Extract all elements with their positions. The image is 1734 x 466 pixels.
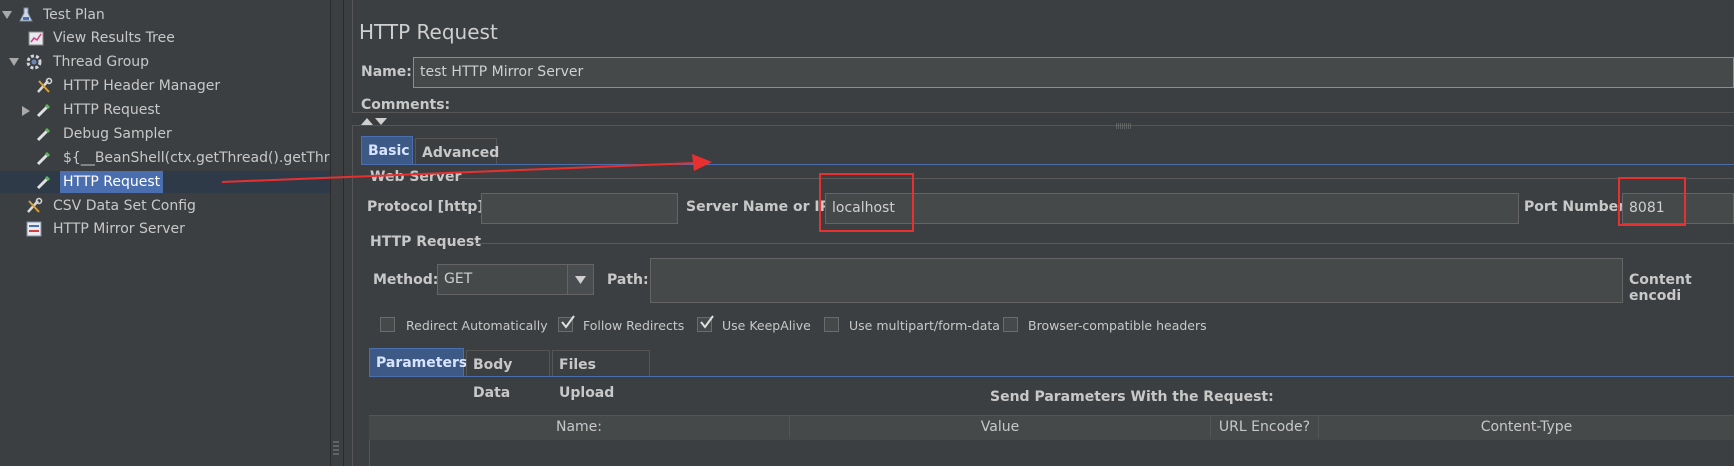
tree-item-label: ${__BeanShell(ctx.getThread().getThre <box>63 150 330 166</box>
pipette-icon <box>36 103 51 118</box>
tree-item-view-results-tree[interactable]: View Results Tree <box>0 27 330 49</box>
tab-advanced[interactable]: Advanced <box>415 138 499 164</box>
column-header-name[interactable]: Name: <box>369 416 790 438</box>
tab-basic[interactable]: Basic <box>361 136 413 164</box>
tree-item-beanshell-sampler[interactable]: ${__BeanShell(ctx.getThread().getThre <box>0 147 330 169</box>
method-dropdown-button[interactable] <box>567 265 593 294</box>
http-request-group-title: HTTP Request <box>370 234 482 250</box>
tab-files-upload[interactable]: Files Upload <box>552 350 650 401</box>
parameters-table-title: Send Parameters With the Request: <box>990 389 1274 405</box>
web-server-group-border <box>459 178 1734 179</box>
divider-grip-icon[interactable] <box>1116 123 1132 129</box>
follow-redirects-label: Follow Redirects <box>583 318 685 333</box>
parameters-table-body <box>369 440 1734 466</box>
pipette-icon <box>36 175 51 190</box>
tab-parameters[interactable]: Parameters <box>369 348 467 376</box>
browser-compatible-headers-checkbox[interactable] <box>1003 317 1018 332</box>
splitter-grip-icon[interactable] <box>333 440 339 458</box>
tab-underline <box>361 164 1734 165</box>
path-input[interactable] <box>650 258 1623 303</box>
server-name-input[interactable]: localhost <box>825 193 1519 224</box>
wrench-icon <box>37 77 53 93</box>
checkmark-icon <box>561 315 575 329</box>
port-number-label: Port Number: <box>1524 199 1631 215</box>
tree-item-label: Test Plan <box>43 7 105 23</box>
expand-toggle-icon[interactable] <box>2 11 12 19</box>
wrench-icon <box>27 197 43 213</box>
method-select[interactable]: GET <box>437 264 594 295</box>
use-multipart-checkbox[interactable] <box>824 317 839 332</box>
tree-item-http-mirror-server[interactable]: HTTP Mirror Server <box>0 218 330 240</box>
flask-icon <box>19 7 33 22</box>
highlight-box-port <box>1618 177 1686 226</box>
use-keepalive-checkbox[interactable] <box>697 315 714 332</box>
tab-body-data[interactable]: Body Data <box>466 350 550 401</box>
checkmark-icon <box>700 315 714 329</box>
tree-item-label: CSV Data Set Config <box>53 198 196 214</box>
column-header-value[interactable]: Value <box>790 416 1211 438</box>
redirect-automatically-label: Redirect Automatically <box>406 318 548 333</box>
server-icon <box>26 221 42 237</box>
parameters-tab-underline <box>369 376 1734 377</box>
pane-splitter[interactable] <box>330 0 344 466</box>
web-server-group-title: Web Server <box>370 169 462 185</box>
redirect-automatically-checkbox[interactable] <box>380 317 395 332</box>
highlight-box-server <box>819 173 914 232</box>
path-label: Path: <box>607 272 649 288</box>
tree-item-label: View Results Tree <box>53 30 175 46</box>
name-input[interactable]: test HTTP Mirror Server <box>413 57 1734 88</box>
use-keepalive-label: Use KeepAlive <box>722 318 811 333</box>
comments-divider[interactable] <box>352 112 1734 126</box>
content-encoding-label: Content encodi <box>1629 272 1692 304</box>
tree-item-label: HTTP Request <box>63 102 161 118</box>
tree-item-label: Debug Sampler <box>63 126 172 142</box>
method-value: GET <box>444 271 473 287</box>
tree-item-http-request[interactable]: HTTP Request <box>0 99 330 121</box>
gear-icon <box>26 54 42 70</box>
column-header-url-encode[interactable]: URL Encode? <box>1211 416 1319 438</box>
follow-redirects-checkbox[interactable] <box>558 315 575 332</box>
pipette-icon <box>36 151 51 166</box>
pipette-icon <box>36 127 51 142</box>
http-request-group-border <box>475 243 1734 244</box>
tree-item-http-header-manager[interactable]: HTTP Header Manager <box>0 75 330 97</box>
tree-item-csv-data-set-config[interactable]: CSV Data Set Config <box>0 195 330 217</box>
server-name-label: Server Name or IP: <box>686 199 836 215</box>
method-label: Method: <box>373 272 439 288</box>
tree-item-label: HTTP Mirror Server <box>53 221 185 237</box>
comments-label: Comments: <box>361 97 451 113</box>
column-header-content-type[interactable]: Content-Type <box>1319 416 1734 438</box>
tree-item-test-plan[interactable]: Test Plan <box>0 4 330 26</box>
chart-icon <box>28 31 44 46</box>
collapse-arrows-icon[interactable] <box>361 117 393 125</box>
tree-item-label: HTTP Request <box>60 171 164 193</box>
tree-item-http-request-selected[interactable]: HTTP Request <box>0 171 330 193</box>
tree-item-thread-group[interactable]: Thread Group <box>0 51 330 73</box>
page-title: HTTP Request <box>359 20 498 44</box>
tree-item-label: HTTP Header Manager <box>63 78 221 94</box>
use-multipart-label: Use multipart/form-data <box>849 318 1000 333</box>
tree-item-label: Thread Group <box>53 54 150 70</box>
expand-toggle-icon[interactable] <box>9 58 19 66</box>
name-label: Name: <box>361 64 412 80</box>
chevron-down-icon <box>575 276 586 284</box>
tree-item-debug-sampler[interactable]: Debug Sampler <box>0 123 330 145</box>
protocol-label: Protocol [http]: <box>367 199 490 215</box>
protocol-input[interactable] <box>481 193 678 224</box>
expand-toggle-icon[interactable] <box>22 106 30 116</box>
browser-compatible-headers-label: Browser-compatible headers <box>1028 318 1207 333</box>
